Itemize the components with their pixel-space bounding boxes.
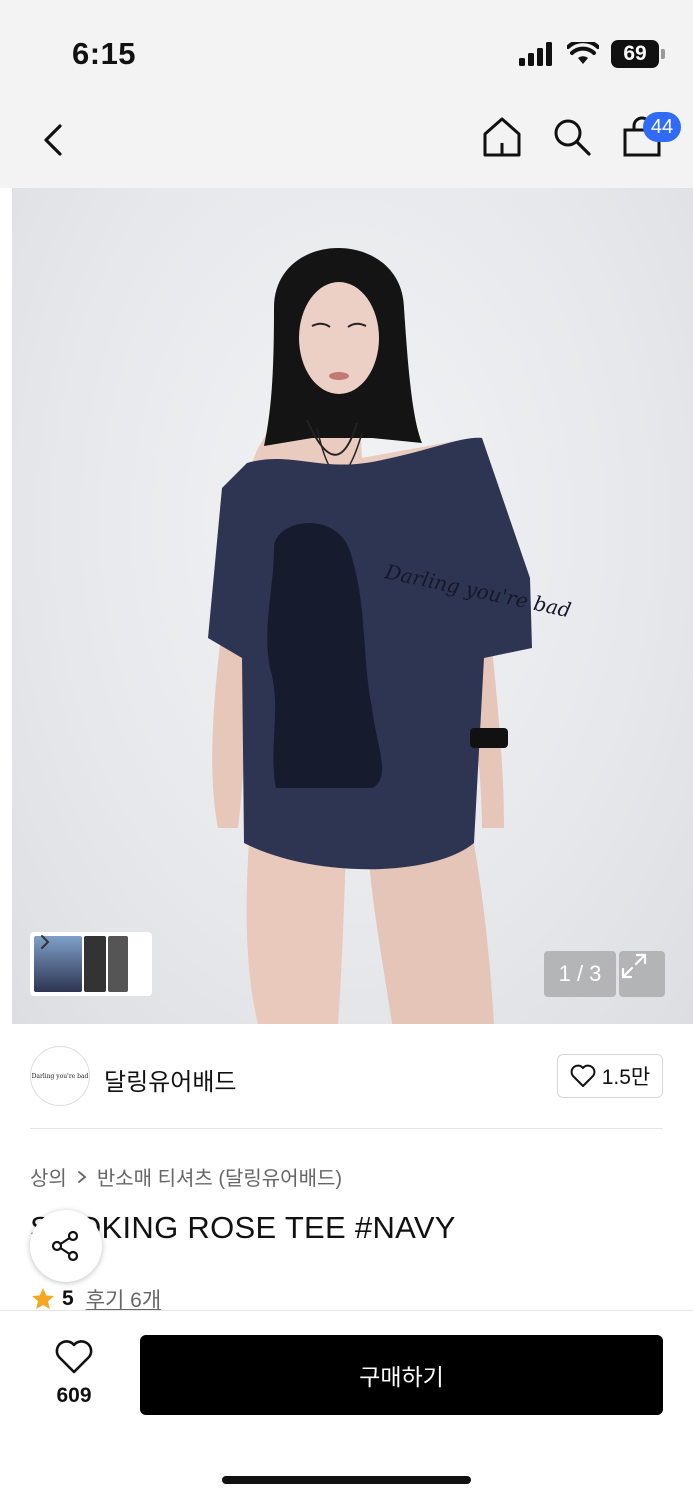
breadcrumb-subcategory[interactable]: 반소매 티셔츠 (달링유어배드) — [97, 1162, 342, 1191]
search-icon — [554, 119, 591, 156]
product-detail-page: 6:15 69 44 Darling you're bad 1 / 3 Darl… — [0, 0, 693, 1500]
home-icon — [483, 117, 521, 157]
star-icon — [32, 1288, 54, 1309]
chevron-right-icon — [41, 935, 50, 949]
expand-icon — [621, 953, 647, 979]
back-icon — [44, 124, 62, 156]
expand-button[interactable] — [619, 951, 665, 997]
cart-count-badge: 44 — [643, 112, 681, 142]
home-button[interactable] — [481, 114, 523, 160]
status-icons: 69 — [519, 40, 665, 68]
image-counter: 1 / 3 — [544, 951, 616, 997]
thumbnail-2[interactable] — [84, 936, 106, 992]
breadcrumb: 상의 반소매 티셔츠 (달링유어배드) — [30, 1162, 342, 1191]
brand-logo-text: Darling you're bad — [31, 1072, 89, 1080]
wifi-icon — [567, 42, 599, 64]
wish-count: 609 — [56, 1384, 92, 1407]
top-bar: 6:15 69 44 — [0, 0, 693, 188]
nav-actions: 44 — [481, 112, 681, 160]
home-indicator — [222, 1476, 471, 1484]
breadcrumb-category[interactable]: 상의 — [30, 1162, 67, 1191]
wish-button[interactable]: 609 — [44, 1339, 104, 1408]
thumbnail-strip[interactable] — [30, 932, 152, 996]
search-button[interactable] — [551, 114, 593, 160]
battery-indicator: 69 — [611, 40, 665, 68]
share-icon — [51, 1230, 79, 1262]
chevron-right-icon — [77, 1170, 87, 1183]
brand-logo[interactable]: Darling you're bad — [30, 1046, 90, 1106]
status-time: 6:15 — [72, 36, 137, 71]
brand-like-count: 1.5만 — [601, 1066, 651, 1089]
divider — [30, 1128, 663, 1129]
thumbnail-3[interactable] — [108, 936, 128, 992]
rating-score: 5 — [62, 1287, 74, 1310]
heart-icon — [570, 1064, 596, 1087]
product-image[interactable]: Darling you're bad 1 / 3 — [12, 188, 693, 1024]
brand-row[interactable]: Darling you're bad 달링유어배드 1.5만 — [30, 1046, 663, 1108]
back-button[interactable] — [36, 118, 76, 162]
model-photo: Darling you're bad — [208, 248, 573, 1024]
bottom-action-bar: 609 구매하기 — [0, 1310, 693, 1500]
cart-button[interactable]: 44 — [621, 112, 681, 160]
buy-button[interactable]: 구매하기 — [140, 1335, 663, 1415]
share-button[interactable] — [30, 1210, 102, 1282]
brand-like-button[interactable]: 1.5만 — [557, 1054, 663, 1098]
heart-icon — [55, 1340, 93, 1374]
signal-icon — [519, 42, 552, 66]
brand-name[interactable]: 달링유어배드 — [104, 1062, 236, 1097]
